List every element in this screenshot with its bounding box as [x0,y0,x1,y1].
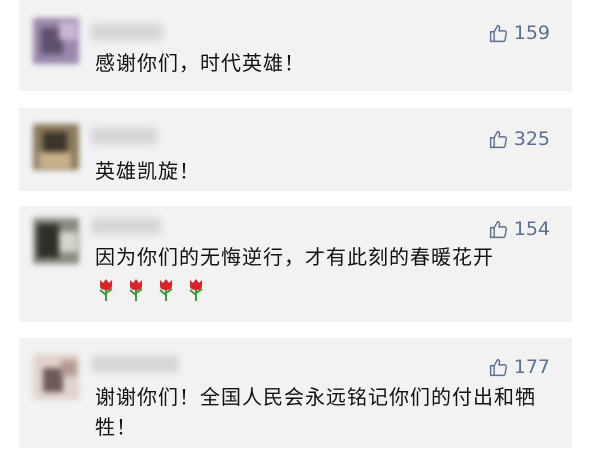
username-blurred[interactable] [91,128,157,144]
comment-card: 154 因为你们的无悔逆行，才有此刻的春暖花开 [19,206,572,322]
avatar-blur-block [39,152,71,168]
comment-text: 谢谢你们！全国人民会永远铭记你们的付出和牺牲！ [95,385,536,439]
like-button[interactable]: 154 [488,217,550,241]
thumbs-up-icon [489,130,507,148]
avatar-blur-block [59,232,77,252]
avatar-blur-block [59,22,77,40]
thumbs-up-icon [489,358,507,376]
avatar-blur-block [43,368,63,392]
rose-icon [185,278,207,302]
comment-text: 感谢你们，时代英雄！ [95,51,305,75]
comment-card: 177 谢谢你们！全国人民会永远铭记你们的付出和牺牲！ [19,338,572,448]
like-count: 154 [513,218,550,240]
rose-icon [155,278,177,302]
avatar[interactable] [33,218,79,264]
emoji-row [95,278,207,302]
like-count: 159 [513,22,550,44]
avatar-blur-block [43,132,67,154]
comment-card: 325 英雄凯旋！ [19,108,572,191]
like-button[interactable]: 325 [488,127,550,151]
rose-icon [125,278,147,302]
username-blurred[interactable] [91,356,179,372]
rose-icon [95,278,117,302]
username-blurred[interactable] [91,218,161,234]
avatar[interactable] [33,124,79,170]
avatar[interactable] [33,18,79,64]
like-count: 325 [513,128,550,150]
username-blurred[interactable] [91,24,163,40]
like-button[interactable]: 159 [488,21,550,45]
comment-text: 英雄凯旋！ [95,159,200,183]
thumbs-up-icon [489,220,507,238]
avatar[interactable] [33,354,79,400]
like-count: 177 [513,356,550,378]
like-button[interactable]: 177 [488,355,550,379]
avatar-blur-block [61,360,77,376]
comment-card: 159 感谢你们，时代英雄！ [19,0,572,91]
comment-text: 因为你们的无悔逆行，才有此刻的春暖花开 [95,245,494,269]
avatar-blur-block [37,224,59,258]
thumbs-up-icon [489,24,507,42]
